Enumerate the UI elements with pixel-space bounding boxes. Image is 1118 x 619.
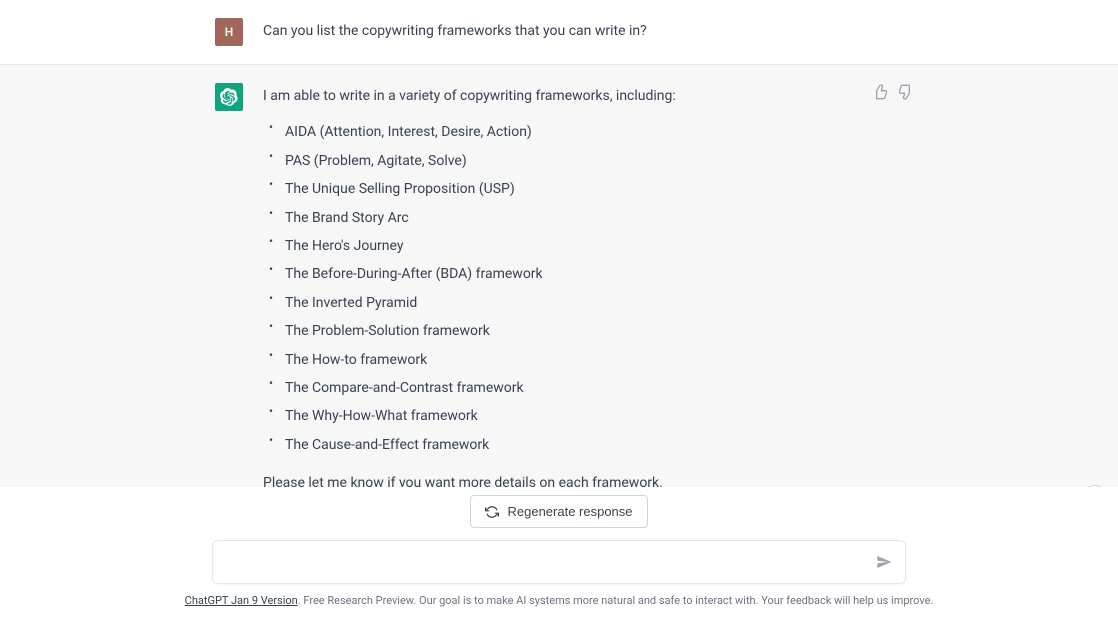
list-item: The Problem-Solution framework <box>275 320 915 342</box>
user-message-text: Can you list the copywriting frameworks … <box>263 18 915 46</box>
assistant-message-content: I am able to write in a variety of copyw… <box>263 83 915 508</box>
list-item: The Brand Story Arc <box>275 207 915 229</box>
send-icon <box>876 554 892 570</box>
user-avatar-letter: H <box>225 25 234 39</box>
regenerate-button[interactable]: Regenerate response <box>470 495 647 528</box>
thumbs-up-button[interactable] <box>871 83 889 101</box>
list-item: PAS (Problem, Agitate, Solve) <box>275 150 915 172</box>
assistant-message-row: I am able to write in a variety of copyw… <box>0 65 1118 527</box>
list-item: The Compare-and-Contrast framework <box>275 377 915 399</box>
user-message-row: H Can you list the copywriting framework… <box>0 0 1118 65</box>
list-item: The Cause-and-Effect framework <box>275 434 915 456</box>
list-item: The Hero's Journey <box>275 235 915 257</box>
footer-text: ChatGPT Jan 9 Version. Free Research Pre… <box>0 594 1118 607</box>
version-link[interactable]: ChatGPT Jan 9 Version <box>185 594 298 607</box>
thumbs-up-icon <box>872 84 888 100</box>
bottom-bar: Regenerate response ChatGPT Jan 9 Versio… <box>0 487 1118 619</box>
send-button[interactable] <box>874 552 894 572</box>
footer-rest: . Free Research Preview. Our goal is to … <box>298 594 934 607</box>
feedback-controls <box>871 83 915 101</box>
list-item: The Why-How-What framework <box>275 405 915 427</box>
refresh-icon <box>485 505 499 519</box>
list-item: The How-to framework <box>275 349 915 371</box>
openai-logo-icon <box>220 88 238 106</box>
list-item: The Inverted Pyramid <box>275 292 915 314</box>
list-item: AIDA (Attention, Interest, Desire, Actio… <box>275 121 915 143</box>
framework-list: AIDA (Attention, Interest, Desire, Actio… <box>263 121 915 456</box>
list-item: The Unique Selling Proposition (USP) <box>275 178 915 200</box>
list-item: The Before-During-After (BDA) framework <box>275 263 915 285</box>
user-avatar: H <box>215 18 243 46</box>
thumbs-down-button[interactable] <box>897 83 915 101</box>
assistant-avatar <box>215 83 243 111</box>
thumbs-down-icon <box>898 84 914 100</box>
chat-input[interactable] <box>212 540 906 584</box>
assistant-intro: I am able to write in a variety of copyw… <box>263 85 915 107</box>
regenerate-label: Regenerate response <box>507 504 632 519</box>
